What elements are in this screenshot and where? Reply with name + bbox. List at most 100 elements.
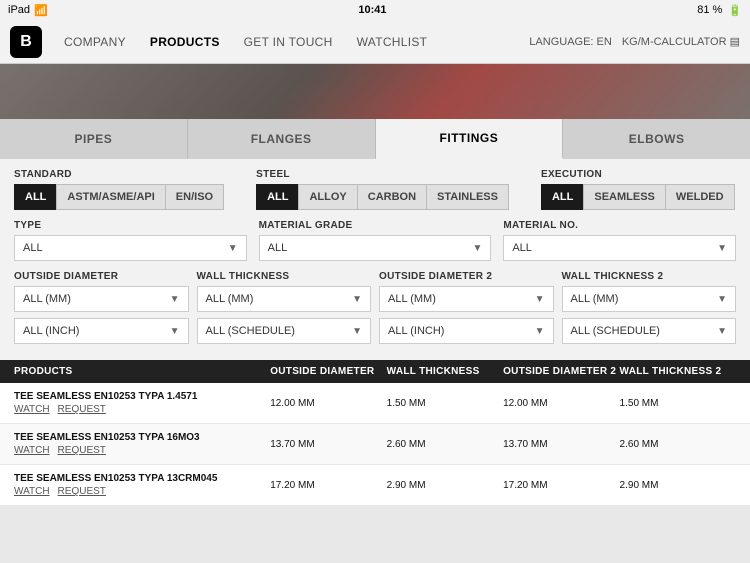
battery-icon: 🔋 xyxy=(728,4,742,17)
status-bar: iPad 📶 10:41 81 % 🔋 xyxy=(0,0,750,20)
th-wall-thickness-2: WALL THICKNESS 2 xyxy=(620,366,736,377)
standard-astm-btn[interactable]: ASTM/ASME/API xyxy=(56,184,164,210)
wt-filter: WALL THICKNESS ALL (MM) ▼ xyxy=(197,271,372,312)
od2-mm-dropdown[interactable]: ALL (MM) ▼ xyxy=(379,286,554,312)
filter-section: STANDARD ALL ASTM/ASME/API EN/ISO STEEL … xyxy=(0,159,750,360)
kg-calculator-button[interactable]: KG/M-CALCULATOR ▤ xyxy=(622,35,740,48)
nav-item-company[interactable]: COMPANY xyxy=(52,20,138,64)
ipad-label: iPad xyxy=(8,4,30,16)
material-no-label: MATERIAL NO. xyxy=(503,220,736,231)
od-inch-arrow: ▼ xyxy=(170,326,180,337)
steel-alloy-btn[interactable]: ALLOY xyxy=(298,184,356,210)
standard-all-btn[interactable]: ALL xyxy=(14,184,56,210)
od2-filter: OUTSIDE DIAMETER 2 ALL (MM) ▼ xyxy=(379,271,554,312)
watch-link-1[interactable]: WATCH xyxy=(14,404,50,415)
td-od-1: 12.00 MM xyxy=(270,391,386,415)
product-name-2: TEE SEAMLESS EN10253 TYPA 16MO3 xyxy=(14,432,270,443)
steel-stainless-btn[interactable]: STAINLESS xyxy=(426,184,509,210)
td-wt-2: 2.60 MM xyxy=(387,432,503,456)
execution-label: EXECUTION xyxy=(541,169,735,180)
request-link-2[interactable]: REQUEST xyxy=(58,445,106,456)
td-wt-3: 2.90 MM xyxy=(387,473,503,497)
wt2-schedule-arrow: ▼ xyxy=(717,326,727,337)
od-filter: OUTSIDE DIAMETER ALL (MM) ▼ xyxy=(14,271,189,312)
status-time: 10:41 xyxy=(358,4,386,16)
standard-eniso-btn[interactable]: EN/ISO xyxy=(165,184,224,210)
wt2-schedule-dropdown[interactable]: ALL (SCHEDULE) ▼ xyxy=(562,318,737,344)
td-od2-2: 13.70 MM xyxy=(503,432,619,456)
steel-buttons: ALL ALLOY CARBON STAINLESS xyxy=(256,184,509,210)
wt2-filter: WALL THICKNESS 2 ALL (MM) ▼ xyxy=(562,271,737,312)
execution-all-btn[interactable]: ALL xyxy=(541,184,583,210)
material-no-dropdown[interactable]: ALL ▼ xyxy=(503,235,736,261)
filter-row-3: OUTSIDE DIAMETER ALL (MM) ▼ WALL THICKNE… xyxy=(14,271,736,312)
wt-schedule-arrow: ▼ xyxy=(352,326,362,337)
request-link-1[interactable]: REQUEST xyxy=(58,404,106,415)
product-links-3: WATCH REQUEST xyxy=(14,486,270,497)
wt2-mm-dropdown[interactable]: ALL (MM) ▼ xyxy=(562,286,737,312)
type-dropdown-group: TYPE ALL ▼ xyxy=(14,220,247,261)
steel-label: STEEL xyxy=(256,169,509,180)
th-products: PRODUCTS xyxy=(14,366,270,377)
th-outside-diameter: OUTSIDE DIAMETER xyxy=(270,366,386,377)
product-tabs: PIPES FLANGES FITTINGS ELBOWS xyxy=(0,119,750,159)
tab-pipes[interactable]: PIPES xyxy=(0,119,188,159)
material-grade-dropdown-arrow: ▼ xyxy=(472,243,482,254)
wt2-label: WALL THICKNESS 2 xyxy=(562,271,737,282)
nav-item-watchlist[interactable]: WATCHLIST xyxy=(345,20,440,64)
wifi-icon: 📶 xyxy=(34,4,48,17)
wt-mm-dropdown[interactable]: ALL (MM) ▼ xyxy=(197,286,372,312)
language-selector[interactable]: LANGUAGE: EN xyxy=(529,36,612,48)
type-label: TYPE xyxy=(14,220,247,231)
od-mm-arrow: ▼ xyxy=(170,294,180,305)
results-table: PRODUCTS OUTSIDE DIAMETER WALL THICKNESS… xyxy=(0,360,750,506)
wt2-schedule-filter: ALL (SCHEDULE) ▼ xyxy=(562,318,737,344)
od2-inch-dropdown[interactable]: ALL (INCH) ▼ xyxy=(379,318,554,344)
td-wt2-3: 2.90 MM xyxy=(620,473,736,497)
table-row: TEE SEAMLESS EN10253 TYPA 13CRM045 WATCH… xyxy=(0,465,750,506)
execution-buttons: ALL SEAMLESS WELDED xyxy=(541,184,735,210)
td-product-2: TEE SEAMLESS EN10253 TYPA 16MO3 WATCH RE… xyxy=(14,432,270,456)
tab-fittings[interactable]: FITTINGS xyxy=(376,119,564,159)
td-wt2-1: 1.50 MM xyxy=(620,391,736,415)
material-grade-dropdown[interactable]: ALL ▼ xyxy=(259,235,492,261)
status-left: iPad 📶 xyxy=(8,4,48,17)
nav-item-products[interactable]: PRODUCTS xyxy=(138,20,232,64)
wt-schedule-dropdown[interactable]: ALL (SCHEDULE) ▼ xyxy=(197,318,372,344)
standard-buttons: ALL ASTM/ASME/API EN/ISO xyxy=(14,184,224,210)
tab-flanges[interactable]: FLANGES xyxy=(188,119,376,159)
td-od-2: 13.70 MM xyxy=(270,432,386,456)
filter-row-4: ALL (INCH) ▼ ALL (SCHEDULE) ▼ ALL (INCH)… xyxy=(14,318,736,344)
filter-row-2: TYPE ALL ▼ MATERIAL GRADE ALL ▼ MATERIAL… xyxy=(14,220,736,261)
table-row: TEE SEAMLESS EN10253 TYPA 16MO3 WATCH RE… xyxy=(0,424,750,465)
execution-welded-btn[interactable]: WELDED xyxy=(665,184,735,210)
material-no-dropdown-group: MATERIAL NO. ALL ▼ xyxy=(503,220,736,261)
type-dropdown-arrow: ▼ xyxy=(228,243,238,254)
steel-carbon-btn[interactable]: CARBON xyxy=(357,184,426,210)
execution-seamless-btn[interactable]: SEAMLESS xyxy=(583,184,665,210)
request-link-3[interactable]: REQUEST xyxy=(58,486,106,497)
od-inch-dropdown[interactable]: ALL (INCH) ▼ xyxy=(14,318,189,344)
table-header: PRODUCTS OUTSIDE DIAMETER WALL THICKNESS… xyxy=(0,360,750,383)
wt-mm-arrow: ▼ xyxy=(352,294,362,305)
battery-label: 81 % xyxy=(697,4,722,16)
watch-link-2[interactable]: WATCH xyxy=(14,445,50,456)
product-links-2: WATCH REQUEST xyxy=(14,445,270,456)
nav-item-getintouch[interactable]: GET IN TOUCH xyxy=(232,20,345,64)
steel-filter: STEEL ALL ALLOY CARBON STAINLESS xyxy=(256,169,509,210)
td-wt-1: 1.50 MM xyxy=(387,391,503,415)
hero-image xyxy=(0,64,750,119)
nav-right: LANGUAGE: EN KG/M-CALCULATOR ▤ xyxy=(529,35,740,48)
product-name-3: TEE SEAMLESS EN10253 TYPA 13CRM045 xyxy=(14,473,270,484)
steel-all-btn[interactable]: ALL xyxy=(256,184,298,210)
wt2-mm-arrow: ▼ xyxy=(717,294,727,305)
od-mm-dropdown[interactable]: ALL (MM) ▼ xyxy=(14,286,189,312)
th-outside-diameter-2: OUTSIDE DIAMETER 2 xyxy=(503,366,619,377)
wt-schedule-filter: ALL (SCHEDULE) ▼ xyxy=(197,318,372,344)
type-dropdown[interactable]: ALL ▼ xyxy=(14,235,247,261)
standard-filter: STANDARD ALL ASTM/ASME/API EN/ISO xyxy=(14,169,224,210)
watch-link-3[interactable]: WATCH xyxy=(14,486,50,497)
tab-elbows[interactable]: ELBOWS xyxy=(563,119,750,159)
brand-logo[interactable]: B xyxy=(10,26,42,58)
od2-inch-arrow: ▼ xyxy=(535,326,545,337)
